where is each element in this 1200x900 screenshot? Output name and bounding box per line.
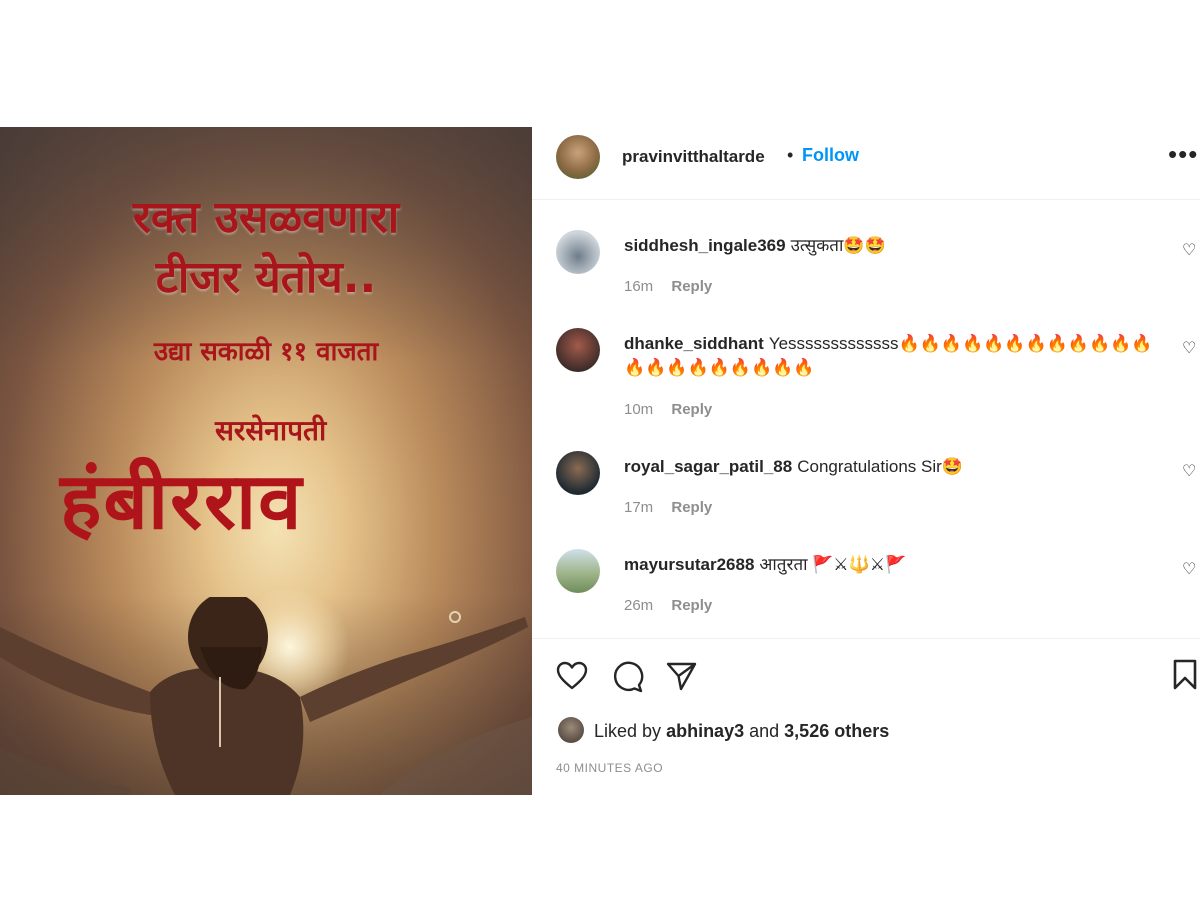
- commenter-username[interactable]: mayursutar2688: [624, 555, 754, 574]
- like-comment-heart-icon[interactable]: ♡: [1182, 461, 1196, 481]
- commenter-avatar[interactable]: [556, 328, 600, 372]
- like-comment-heart-icon[interactable]: ♡: [1182, 338, 1196, 358]
- post-timestamp[interactable]: 40 MINUTES AGO: [556, 761, 663, 775]
- comment-text-block: siddhesh_ingale369 उत्सुकता🤩🤩: [624, 234, 1164, 258]
- comment-body: आतुरता 🚩⚔🔱⚔🚩: [759, 555, 907, 574]
- comment-time: 10m: [624, 401, 654, 418]
- comment-meta: 26m Reply: [624, 597, 712, 614]
- post-actions: Liked by abhinay3 and 3,526 others 40 MI…: [532, 638, 1200, 796]
- bookmark-icon[interactable]: [1172, 659, 1198, 691]
- comment-body: Congratulations Sir🤩: [797, 457, 963, 476]
- comment-time: 16m: [624, 278, 654, 295]
- reply-button[interactable]: Reply: [671, 499, 712, 516]
- warrior-figure: [0, 597, 532, 795]
- author-username[interactable]: pravinvitthaltarde: [622, 147, 765, 167]
- separator-dot: •: [787, 145, 794, 165]
- instagram-post: रक्त उसळवणारा टीजर येतोय.. उद्या सकाळी १…: [0, 127, 1200, 795]
- comments-list: siddhesh_ingale369 उत्सुकता🤩🤩 16m Reply ♡…: [532, 200, 1200, 638]
- author-avatar[interactable]: [556, 135, 600, 179]
- poster-title: हंबीरराव: [60, 456, 304, 547]
- post-image[interactable]: रक्त उसळवणारा टीजर येतोय.. उद्या सकाळी १…: [0, 127, 532, 795]
- poster-line-1: रक्त उसळवणारा: [132, 192, 400, 243]
- commenter-username[interactable]: siddhesh_ingale369: [624, 236, 786, 255]
- comment-text-block: dhanke_siddhant Yesssssssssssss🔥🔥🔥🔥🔥🔥🔥🔥🔥🔥…: [624, 332, 1164, 380]
- comment-icon[interactable]: [612, 661, 644, 693]
- commenter-username[interactable]: dhanke_siddhant: [624, 334, 764, 353]
- comment-time: 26m: [624, 597, 654, 614]
- commenter-username[interactable]: royal_sagar_patil_88: [624, 457, 792, 476]
- more-options-icon[interactable]: •••: [1168, 139, 1198, 170]
- liked-by-prefix: Liked by: [594, 721, 662, 741]
- heart-icon[interactable]: [556, 661, 588, 691]
- liked-by-others[interactable]: 3,526 others: [784, 721, 889, 741]
- commenter-avatar[interactable]: [556, 230, 600, 274]
- share-icon[interactable]: [666, 661, 698, 691]
- reply-button[interactable]: Reply: [671, 401, 712, 418]
- comment-meta: 17m Reply: [624, 499, 712, 516]
- comment-time: 17m: [624, 499, 654, 516]
- comment-meta: 16m Reply: [624, 278, 712, 295]
- liked-by-and: and: [749, 721, 780, 741]
- reply-button[interactable]: Reply: [671, 278, 712, 295]
- likes-summary: Liked by abhinay3 and 3,526 others: [594, 721, 889, 742]
- poster-line-2: टीजर येतोय..: [155, 252, 377, 303]
- follow-button[interactable]: Follow: [802, 145, 859, 166]
- poster-line-3: उद्या सकाळी ११ वाजता: [153, 337, 379, 367]
- comment-text-block: royal_sagar_patil_88 Congratulations Sir🤩: [624, 455, 1164, 479]
- liker-avatar[interactable]: [558, 717, 584, 743]
- reply-button[interactable]: Reply: [671, 597, 712, 614]
- liked-by-user[interactable]: abhinay3: [666, 721, 744, 741]
- comment-body: उत्सुकता🤩🤩: [790, 236, 886, 255]
- comment-text-block: mayursutar2688 आतुरता 🚩⚔🔱⚔🚩: [624, 553, 1164, 577]
- comment-meta: 10m Reply: [624, 401, 712, 418]
- commenter-avatar[interactable]: [556, 549, 600, 593]
- post-header: pravinvitthaltarde • Follow •••: [532, 127, 1200, 200]
- commenter-avatar[interactable]: [556, 451, 600, 495]
- poster-subtitle: सरसेनापती: [215, 414, 327, 447]
- like-comment-heart-icon[interactable]: ♡: [1182, 240, 1196, 260]
- post-sidebar: pravinvitthaltarde • Follow ••• siddhesh…: [532, 127, 1200, 795]
- like-comment-heart-icon[interactable]: ♡: [1182, 559, 1196, 579]
